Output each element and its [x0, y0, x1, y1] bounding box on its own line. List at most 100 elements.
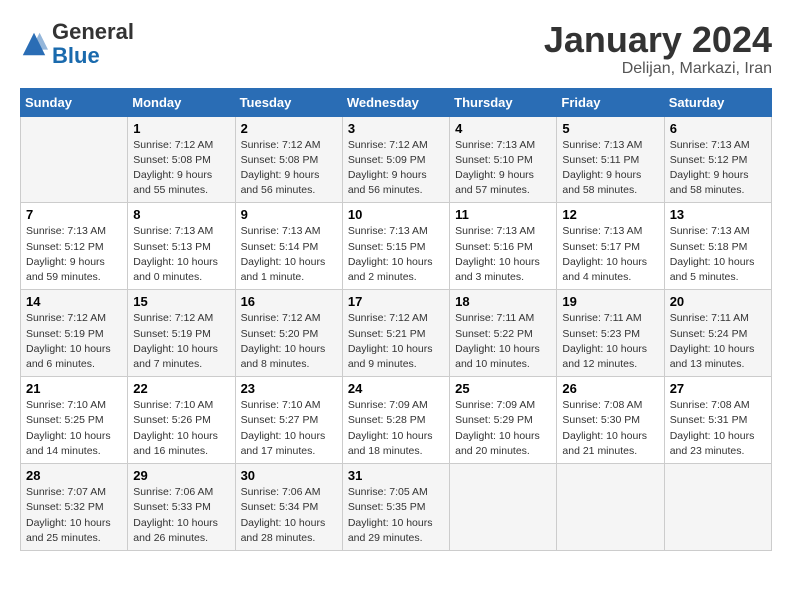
- calendar-cell: 24 Sunrise: 7:09 AMSunset: 5:28 PMDayligh…: [342, 377, 449, 464]
- day-info: Sunrise: 7:13 AMSunset: 5:12 PMDaylight:…: [670, 138, 766, 199]
- calendar-cell: 26 Sunrise: 7:08 AMSunset: 5:30 PMDayligh…: [557, 377, 664, 464]
- calendar-cell: 21 Sunrise: 7:10 AMSunset: 5:25 PMDayligh…: [21, 377, 128, 464]
- calendar-cell: 8Sunrise: 7:13 AMSunset: 5:13 PMDaylight…: [128, 203, 235, 290]
- day-number: 26: [562, 381, 658, 396]
- calendar-cell: 20Sunrise: 7:11 AMSunset: 5:24 PMDayligh…: [664, 290, 771, 377]
- day-info: Sunrise: 7:09 AMSunset: 5:29 PMDaylight:…: [455, 398, 551, 459]
- calendar-cell: 17 Sunrise: 7:12 AMSunset: 5:21 PMDayligh…: [342, 290, 449, 377]
- calendar-cell: 15 Sunrise: 7:12 AMSunset: 5:19 PMDayligh…: [128, 290, 235, 377]
- day-number: 3: [348, 121, 444, 136]
- day-number: 1: [133, 121, 229, 136]
- week-row-5: 28 Sunrise: 7:07 AMSunset: 5:32 PMDayligh…: [21, 464, 772, 551]
- week-row-1: 1 Sunrise: 7:12 AMSunset: 5:08 PMDaylight…: [21, 116, 772, 203]
- day-number: 25: [455, 381, 551, 396]
- logo-icon: [20, 30, 48, 58]
- day-info: Sunrise: 7:09 AMSunset: 5:28 PMDaylight:…: [348, 398, 444, 459]
- day-number: 27: [670, 381, 766, 396]
- week-row-3: 14 Sunrise: 7:12 AMSunset: 5:19 PMDayligh…: [21, 290, 772, 377]
- day-number: 22: [133, 381, 229, 396]
- calendar-cell: 4Sunrise: 7:13 AMSunset: 5:10 PMDaylight…: [450, 116, 557, 203]
- calendar-cell: 18 Sunrise: 7:11 AMSunset: 5:22 PMDayligh…: [450, 290, 557, 377]
- calendar-cell: 3 Sunrise: 7:12 AMSunset: 5:09 PMDaylight…: [342, 116, 449, 203]
- header-cell-saturday: Saturday: [664, 88, 771, 116]
- day-number: 19: [562, 294, 658, 309]
- page-header: General Blue January 2024 Delijan, Marka…: [20, 20, 772, 78]
- day-info: Sunrise: 7:12 AMSunset: 5:08 PMDaylight:…: [241, 138, 337, 199]
- day-info: Sunrise: 7:13 AMSunset: 5:14 PMDaylight:…: [241, 224, 337, 285]
- week-row-2: 7 Sunrise: 7:13 AMSunset: 5:12 PMDaylight…: [21, 203, 772, 290]
- calendar-cell: 29 Sunrise: 7:06 AMSunset: 5:33 PMDayligh…: [128, 464, 235, 551]
- calendar-cell: 23Sunrise: 7:10 AMSunset: 5:27 PMDayligh…: [235, 377, 342, 464]
- calendar-cell: 7 Sunrise: 7:13 AMSunset: 5:12 PMDaylight…: [21, 203, 128, 290]
- day-number: 7: [26, 207, 122, 222]
- day-number: 14: [26, 294, 122, 309]
- day-info: Sunrise: 7:06 AMSunset: 5:34 PMDaylight:…: [241, 485, 337, 546]
- day-number: 30: [241, 468, 337, 483]
- header-cell-wednesday: Wednesday: [342, 88, 449, 116]
- day-info: Sunrise: 7:07 AMSunset: 5:32 PMDaylight:…: [26, 485, 122, 546]
- day-number: 29: [133, 468, 229, 483]
- header-cell-monday: Monday: [128, 88, 235, 116]
- header-row: SundayMondayTuesdayWednesdayThursdayFrid…: [21, 88, 772, 116]
- calendar-cell: 10 Sunrise: 7:13 AMSunset: 5:15 PMDayligh…: [342, 203, 449, 290]
- day-number: 17: [348, 294, 444, 309]
- day-info: Sunrise: 7:13 AMSunset: 5:11 PMDaylight:…: [562, 138, 658, 199]
- day-number: 18: [455, 294, 551, 309]
- day-info: Sunrise: 7:10 AMSunset: 5:26 PMDaylight:…: [133, 398, 229, 459]
- day-info: Sunrise: 7:13 AMSunset: 5:13 PMDaylight:…: [133, 224, 229, 285]
- logo: General Blue: [20, 20, 134, 68]
- day-info: Sunrise: 7:13 AMSunset: 5:15 PMDaylight:…: [348, 224, 444, 285]
- calendar-cell: 14Sunrise: 7:12 AMSunset: 5:19 PMDayligh…: [21, 290, 128, 377]
- day-number: 12: [562, 207, 658, 222]
- day-info: Sunrise: 7:13 AMSunset: 5:17 PMDaylight:…: [562, 224, 658, 285]
- calendar-cell: 16Sunrise: 7:12 AMSunset: 5:20 PMDayligh…: [235, 290, 342, 377]
- day-number: 31: [348, 468, 444, 483]
- day-info: Sunrise: 7:12 AMSunset: 5:08 PMDaylight:…: [133, 138, 229, 199]
- calendar-cell: [557, 464, 664, 551]
- day-info: Sunrise: 7:10 AMSunset: 5:25 PMDaylight:…: [26, 398, 122, 459]
- day-number: 10: [348, 207, 444, 222]
- day-number: 23: [241, 381, 337, 396]
- title-block: January 2024 Delijan, Markazi, Iran: [544, 20, 772, 78]
- calendar-cell: 25 Sunrise: 7:09 AMSunset: 5:29 PMDayligh…: [450, 377, 557, 464]
- day-info: Sunrise: 7:12 AMSunset: 5:09 PMDaylight:…: [348, 138, 444, 199]
- day-info: Sunrise: 7:12 AMSunset: 5:21 PMDaylight:…: [348, 311, 444, 372]
- day-number: 15: [133, 294, 229, 309]
- day-number: 24: [348, 381, 444, 396]
- calendar-cell: 12 Sunrise: 7:13 AMSunset: 5:17 PMDayligh…: [557, 203, 664, 290]
- day-number: 5: [562, 121, 658, 136]
- day-number: 9: [241, 207, 337, 222]
- day-info: Sunrise: 7:12 AMSunset: 5:20 PMDaylight:…: [241, 311, 337, 372]
- location: Delijan, Markazi, Iran: [544, 60, 772, 78]
- logo-text: General Blue: [52, 20, 134, 68]
- calendar-cell: 11Sunrise: 7:13 AMSunset: 5:16 PMDayligh…: [450, 203, 557, 290]
- day-info: Sunrise: 7:11 AMSunset: 5:22 PMDaylight:…: [455, 311, 551, 372]
- calendar-cell: 1 Sunrise: 7:12 AMSunset: 5:08 PMDaylight…: [128, 116, 235, 203]
- calendar-cell: 6 Sunrise: 7:13 AMSunset: 5:12 PMDaylight…: [664, 116, 771, 203]
- calendar-cell: 31 Sunrise: 7:05 AMSunset: 5:35 PMDayligh…: [342, 464, 449, 551]
- header-cell-sunday: Sunday: [21, 88, 128, 116]
- calendar-cell: [21, 116, 128, 203]
- calendar-cell: 22 Sunrise: 7:10 AMSunset: 5:26 PMDayligh…: [128, 377, 235, 464]
- day-info: Sunrise: 7:06 AMSunset: 5:33 PMDaylight:…: [133, 485, 229, 546]
- day-info: Sunrise: 7:13 AMSunset: 5:10 PMDaylight:…: [455, 138, 551, 199]
- calendar-cell: 2Sunrise: 7:12 AMSunset: 5:08 PMDaylight…: [235, 116, 342, 203]
- day-info: Sunrise: 7:05 AMSunset: 5:35 PMDaylight:…: [348, 485, 444, 546]
- day-info: Sunrise: 7:08 AMSunset: 5:30 PMDaylight:…: [562, 398, 658, 459]
- calendar-table: SundayMondayTuesdayWednesdayThursdayFrid…: [20, 88, 772, 551]
- calendar-cell: 28 Sunrise: 7:07 AMSunset: 5:32 PMDayligh…: [21, 464, 128, 551]
- day-number: 21: [26, 381, 122, 396]
- calendar-cell: 9 Sunrise: 7:13 AMSunset: 5:14 PMDaylight…: [235, 203, 342, 290]
- month-year: January 2024: [544, 20, 772, 60]
- week-row-4: 21 Sunrise: 7:10 AMSunset: 5:25 PMDayligh…: [21, 377, 772, 464]
- day-number: 20: [670, 294, 766, 309]
- day-number: 28: [26, 468, 122, 483]
- day-info: Sunrise: 7:12 AMSunset: 5:19 PMDaylight:…: [133, 311, 229, 372]
- header-cell-friday: Friday: [557, 88, 664, 116]
- day-info: Sunrise: 7:13 AMSunset: 5:12 PMDaylight:…: [26, 224, 122, 285]
- header-cell-tuesday: Tuesday: [235, 88, 342, 116]
- day-info: Sunrise: 7:08 AMSunset: 5:31 PMDaylight:…: [670, 398, 766, 459]
- day-info: Sunrise: 7:13 AMSunset: 5:16 PMDaylight:…: [455, 224, 551, 285]
- calendar-cell: [664, 464, 771, 551]
- day-number: 6: [670, 121, 766, 136]
